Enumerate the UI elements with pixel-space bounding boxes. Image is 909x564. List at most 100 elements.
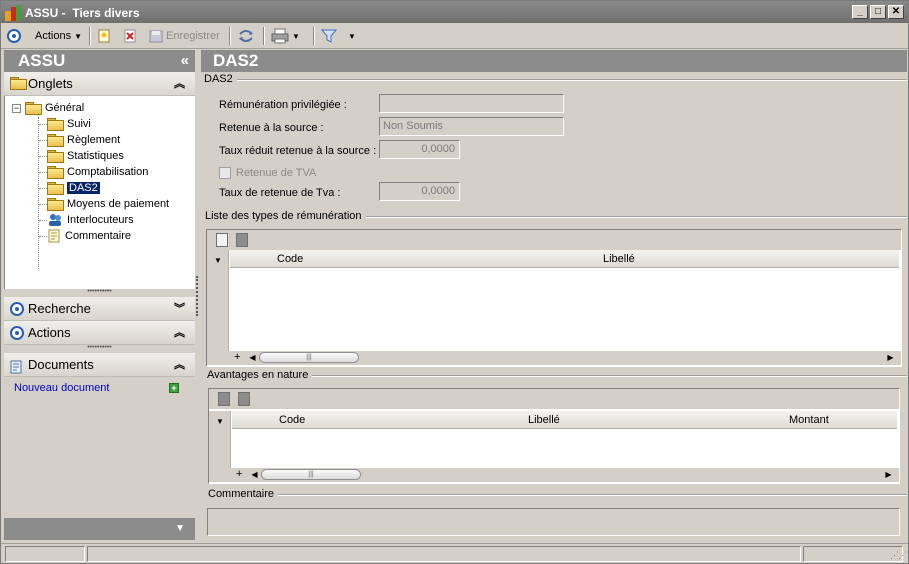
- tree-node-moyens-paiement[interactable]: Moyens de paiement: [47, 196, 169, 212]
- scroll-left-icon[interactable]: ◀: [249, 469, 260, 480]
- recherche-circle-icon: [10, 302, 24, 316]
- horizontal-scrollbar-thumb[interactable]: |||: [261, 469, 361, 480]
- folder-icon: [47, 150, 64, 163]
- remuneration-grid-toolbar: [207, 230, 901, 250]
- actions-menu-label: Actions: [35, 30, 72, 42]
- delete-button[interactable]: [123, 27, 137, 45]
- status-cell: [87, 546, 801, 562]
- scroll-left-icon[interactable]: ◀: [247, 352, 258, 363]
- tree-node-label: Comptabilisation: [67, 166, 149, 178]
- tree-node-interlocuteurs[interactable]: Interlocuteurs: [47, 212, 134, 228]
- tree-node-label: Commentaire: [65, 230, 132, 242]
- resize-grip-icon[interactable]: ⋰⋰: [890, 550, 907, 561]
- left-panel: ASSU « Onglets ︽ − Général Suivi Règleme…: [4, 50, 195, 540]
- commentaire-field[interactable]: [207, 508, 900, 536]
- panel-grip-handle[interactable]: ••••••••••: [4, 288, 195, 297]
- column-header-libelle[interactable]: Libellé: [528, 414, 560, 426]
- tree-node-label: Général: [45, 102, 85, 114]
- add-row-plus-icon[interactable]: +: [236, 468, 242, 480]
- title-bar[interactable]: ASSU - Tiers divers _ □ ✕: [1, 1, 908, 23]
- scroll-right-icon[interactable]: ▶: [883, 469, 894, 480]
- tree-node-commentaire[interactable]: Commentaire: [47, 228, 131, 244]
- chevron-down-icon[interactable]: ︾: [174, 297, 185, 321]
- das2-group-title: DAS2: [204, 73, 237, 85]
- actions-circle-icon[interactable]: [7, 27, 21, 45]
- taux-tva-label: Taux de retenue de Tva :: [219, 187, 341, 199]
- taux-reduit-field[interactable]: 0,0000: [379, 140, 460, 159]
- tabs-tree: − Général Suivi Règlement Statistiques C…: [4, 96, 195, 289]
- minimize-button[interactable]: _: [852, 5, 868, 19]
- documents-section-header[interactable]: Documents ︽: [4, 353, 195, 377]
- avantages-grid-header: Code Libellé Montant: [232, 411, 897, 429]
- new-document-link[interactable]: Nouveau document: [14, 382, 109, 394]
- edit-row-icon[interactable]: [238, 392, 250, 406]
- refresh-button[interactable]: [237, 27, 255, 45]
- tree-node-statistiques[interactable]: Statistiques: [47, 148, 124, 164]
- folder-icon: [47, 118, 64, 131]
- footer-caret-icon[interactable]: ▼: [175, 523, 185, 534]
- chevron-up-icon[interactable]: ︽: [174, 321, 185, 345]
- tree-expander-minus-icon[interactable]: −: [12, 104, 21, 113]
- column-header-montant[interactable]: Montant: [789, 414, 829, 426]
- taux-reduit-label: Taux réduit retenue à la source :: [219, 145, 377, 157]
- app-logo-icon: [5, 5, 21, 21]
- filter-icon: [321, 29, 337, 43]
- filter-caret-icon[interactable]: ▼: [348, 32, 356, 41]
- actions-section-header[interactable]: Actions ︽: [4, 321, 195, 345]
- retenue-tva-checkbox[interactable]: [219, 167, 231, 179]
- tree-node-comptabilisation[interactable]: Comptabilisation: [47, 164, 148, 180]
- remuneration-grid-footer: + ◀ ||| ▶: [207, 351, 901, 365]
- save-button[interactable]: Enregistrer: [149, 27, 220, 45]
- onglets-section-header[interactable]: Onglets ︽: [4, 72, 195, 96]
- remuneration-privilegiee-field[interactable]: [379, 94, 564, 113]
- documents-body: Nouveau document +: [4, 377, 195, 407]
- remuneration-grid: ▼ Code Libellé + ◀ ||| ▶: [206, 229, 902, 367]
- main-header: DAS2: [201, 50, 907, 72]
- left-panel-title: ASSU: [18, 51, 66, 70]
- retenue-source-field[interactable]: Non Soumis: [379, 117, 564, 136]
- column-header-libelle[interactable]: Libellé: [603, 253, 635, 265]
- column-header-code[interactable]: Code: [279, 414, 305, 426]
- taux-tva-field[interactable]: 0,0000: [379, 182, 460, 201]
- horizontal-scrollbar-thumb[interactable]: |||: [259, 352, 359, 363]
- print-caret-icon[interactable]: ▼: [292, 32, 300, 41]
- tree-node-das2[interactable]: DAS2: [47, 180, 100, 196]
- close-button[interactable]: ✕: [888, 5, 904, 19]
- remuneration-privilegiee-label: Rémunération privilégiée :: [219, 99, 347, 111]
- tree-node-reglement[interactable]: Règlement: [47, 132, 120, 148]
- tree-node-suivi[interactable]: Suivi: [47, 116, 91, 132]
- add-row-plus-icon[interactable]: +: [234, 351, 240, 363]
- print-button[interactable]: ▼: [271, 27, 300, 45]
- folder-icon: [47, 166, 64, 179]
- tree-node-label: Interlocuteurs: [67, 214, 134, 226]
- documents-label: Documents: [28, 357, 94, 372]
- commentaire-group-title: Commentaire: [208, 488, 279, 500]
- panel-grip-handle[interactable]: ••••••••••: [4, 344, 195, 353]
- column-menu-caret-icon[interactable]: ▼: [214, 256, 222, 265]
- column-header-code[interactable]: Code: [277, 253, 303, 265]
- folder-icon: [47, 134, 64, 147]
- add-document-icon[interactable]: +: [169, 383, 179, 393]
- collapse-panel-icon[interactable]: «: [181, 50, 189, 72]
- column-menu-caret-icon[interactable]: ▼: [216, 417, 224, 426]
- tree-node-general[interactable]: Général: [25, 100, 84, 116]
- vertical-splitter[interactable]: [196, 276, 199, 316]
- add-row-icon[interactable]: [216, 233, 228, 247]
- scroll-right-icon[interactable]: ▶: [885, 352, 896, 363]
- actions-menu-button[interactable]: Actions ▼: [35, 27, 82, 45]
- app-window: ASSU - Tiers divers _ □ ✕ Actions ▼ Enre…: [0, 0, 909, 564]
- edit-row-icon[interactable]: [236, 233, 248, 247]
- recherche-section-header[interactable]: Recherche ︾: [4, 297, 195, 321]
- chevron-up-icon[interactable]: ︽: [174, 72, 185, 96]
- open-folder-icon: [47, 182, 64, 195]
- main-toolbar: Actions ▼ Enregistrer ▼ ▼: [1, 23, 908, 49]
- onglets-folder-icon: [10, 77, 27, 90]
- chevron-up-icon[interactable]: ︽: [174, 353, 185, 377]
- tree-node-label: Moyens de paiement: [67, 198, 170, 210]
- filter-button[interactable]: ▼: [321, 27, 356, 45]
- new-button[interactable]: [97, 27, 111, 45]
- note-icon: [48, 229, 60, 243]
- maximize-button[interactable]: □: [870, 5, 886, 19]
- remuneration-group-title: Liste des types de rémunération: [205, 210, 366, 222]
- add-row-icon[interactable]: [218, 392, 230, 406]
